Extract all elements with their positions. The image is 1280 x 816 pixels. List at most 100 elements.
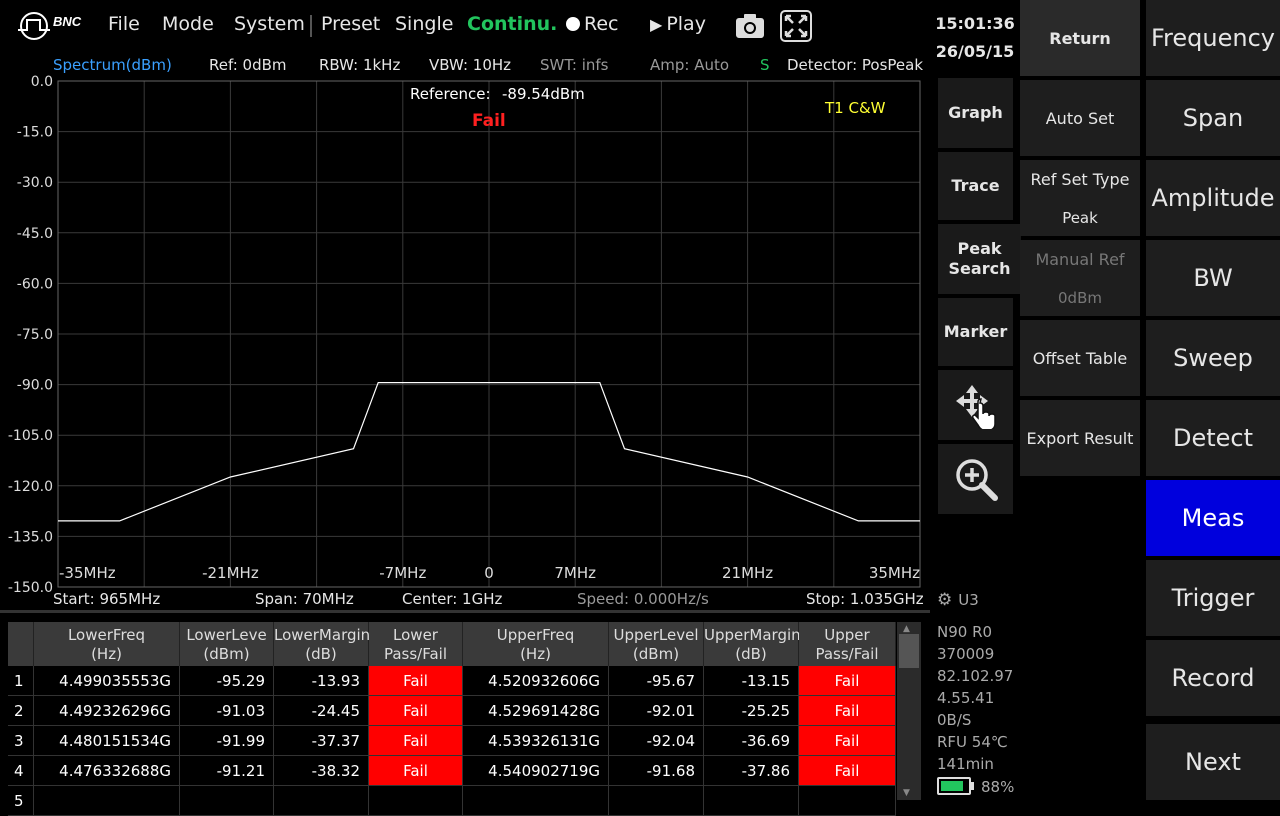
divider [0, 610, 930, 613]
gear-icon: ⚙ [937, 590, 953, 610]
table-cell-lower-freq [34, 786, 180, 816]
table-cell-upper-pass-fail: Fail [799, 726, 896, 756]
center-freq[interactable]: Center: 1GHz [402, 590, 502, 608]
row-index: 5 [8, 786, 34, 816]
x-tick-label: 0 [484, 564, 494, 582]
frequency-menu[interactable]: Frequency [1146, 0, 1280, 76]
device-info-line: 4.55.41 [937, 689, 995, 707]
play-label: Play [666, 13, 706, 35]
table-cell-lower-freq: 4.492326296G [34, 696, 180, 726]
y-tick-label: -15.0 [17, 125, 53, 141]
graph-button[interactable]: Graph [938, 78, 1013, 148]
vbw-value[interactable]: VBW: 10Hz [429, 56, 511, 74]
table-row[interactable]: 4 4.476332688G -91.21 -38.32 Fail 4.540902719… [8, 756, 896, 786]
scroll-up-icon[interactable]: ▲ [903, 624, 910, 634]
results-table[interactable]: LowerFreq (Hz) LowerLeve (dBm) LowerMargin (d… [8, 622, 896, 816]
table-cell-upper-freq: 4.540902719G [463, 756, 609, 786]
continuous-button[interactable]: Continu. [467, 13, 557, 35]
detect-menu[interactable]: Detect [1146, 400, 1280, 476]
header-unit: Pass/Fail [815, 645, 879, 663]
ref-level[interactable]: Ref: 0dBm [209, 56, 287, 74]
table-header-upper-margin: UpperMargin (dB) [704, 622, 801, 666]
clock-date: 26/05/15 [935, 42, 1015, 61]
scroll-down-icon[interactable]: ▼ [903, 788, 910, 798]
table-header-upper-freq: UpperFreq (Hz) [463, 622, 609, 666]
header-unit: (dBm) [203, 645, 250, 663]
trigger-menu[interactable]: Trigger [1146, 560, 1280, 636]
table-row[interactable]: 5 [8, 786, 896, 816]
detector-value[interactable]: Detector: PosPeak [787, 56, 923, 74]
x-axis-labels: -35MHz -21MHz -7MHz 0 7MHz 21MHz 35MHz [59, 564, 920, 582]
fullscreen-icon[interactable] [780, 10, 812, 42]
meas-menu[interactable]: Meas [1146, 480, 1280, 556]
bw-menu[interactable]: BW [1146, 240, 1280, 316]
record-menu[interactable]: Record [1146, 640, 1280, 716]
table-cell-lower-freq: 4.480151534G [34, 726, 180, 756]
marker-button[interactable]: Marker [938, 298, 1013, 366]
move-touch-button[interactable] [938, 370, 1013, 440]
preset-button[interactable]: Preset [321, 13, 380, 35]
auto-set-button[interactable]: Auto Set [1020, 80, 1140, 156]
system-menu[interactable]: System [234, 13, 305, 35]
peak-search-button[interactable]: Peak Search [938, 224, 1021, 294]
table-header-lower-level: LowerLeve (dBm) [180, 622, 274, 666]
device-info-line: 141min [937, 755, 994, 773]
device-info-line: 370009 [937, 645, 995, 663]
table-row[interactable]: 1 4.499035553G -95.29 -13.93 Fail 4.520932606… [8, 666, 896, 696]
table-cell-upper-pass-fail: Fail [799, 696, 896, 726]
play-button[interactable]: ▶ Play [650, 13, 706, 35]
table-cell-upper-freq: 4.520932606G [463, 666, 609, 696]
start-freq[interactable]: Start: 965MHz [53, 590, 160, 608]
menu-divider [310, 15, 312, 37]
next-menu[interactable]: Next [1146, 724, 1280, 800]
stop-freq[interactable]: Stop: 1.035GHz [806, 590, 924, 608]
mode-menu[interactable]: Mode [162, 13, 214, 35]
reference-value: -89.54dBm [502, 85, 585, 103]
u3-status: ⚙ U3 [937, 590, 979, 610]
camera-icon[interactable] [734, 10, 766, 42]
table-scrollbar[interactable]: ▲ ▼ [897, 622, 921, 800]
return-button[interactable]: Return [1020, 0, 1140, 76]
record-button[interactable]: Rec [566, 13, 618, 35]
table-cell-lower-margin [274, 786, 369, 816]
y-tick-label: -60.0 [17, 276, 53, 292]
spectrum-plot[interactable]: 0.0 -15.0 -30.0 -45.0 -60.0 -75.0 -90.0 -105.0 -… [0, 74, 930, 610]
rbw-value[interactable]: RBW: 1kHz [319, 56, 400, 74]
y-tick-label: -30.0 [17, 175, 53, 191]
x-tick-label: 21MHz [722, 564, 773, 582]
clock-time: 15:01:36 [935, 14, 1015, 33]
sweep-menu[interactable]: Sweep [1146, 320, 1280, 396]
span-value[interactable]: Span: 70MHz [255, 590, 354, 608]
x-tick-label: 35MHz [869, 564, 920, 582]
record-dot-icon [566, 17, 580, 31]
file-menu[interactable]: File [108, 13, 140, 35]
table-cell-upper-margin [704, 786, 799, 816]
table-row[interactable]: 2 4.492326296G -91.03 -24.45 Fail 4.529691428… [8, 696, 896, 726]
trace-button[interactable]: Trace [938, 152, 1013, 220]
table-header-index [8, 622, 34, 666]
table-cell-lower-pass-fail: Fail [369, 726, 463, 756]
zoom-button[interactable] [938, 444, 1013, 514]
battery-status: 88% [937, 777, 1014, 796]
offset-table-button[interactable]: Offset Table [1020, 320, 1140, 396]
export-result-button[interactable]: Export Result [1020, 400, 1140, 476]
y-tick-label: -45.0 [17, 226, 53, 242]
table-cell-upper-pass-fail [799, 786, 896, 816]
ref-set-type-button[interactable]: Ref Set Type Peak [1020, 160, 1140, 236]
table-row[interactable]: 3 4.480151534G -91.99 -37.37 Fail 4.539326131… [8, 726, 896, 756]
y-tick-label: -120.0 [8, 479, 53, 495]
device-info-line: RFU 54℃ [937, 733, 1008, 751]
header-label: LowerMargin [274, 626, 371, 644]
table-cell-upper-pass-fail: Fail [799, 666, 896, 696]
y-tick-label: -105.0 [8, 428, 53, 444]
manual-ref-label: Manual Ref [1035, 249, 1125, 269]
swt-value: SWT: infs [540, 56, 609, 74]
header-unit: (Hz) [91, 645, 122, 663]
scroll-thumb[interactable] [899, 634, 919, 668]
amplitude-menu[interactable]: Amplitude [1146, 160, 1280, 236]
device-info-line: N90 R0 [937, 623, 993, 641]
amp-value: Amp: Auto [650, 56, 730, 74]
span-menu[interactable]: Span [1146, 80, 1280, 156]
single-button[interactable]: Single [395, 13, 453, 35]
table-cell-upper-level: -92.04 [609, 726, 704, 756]
